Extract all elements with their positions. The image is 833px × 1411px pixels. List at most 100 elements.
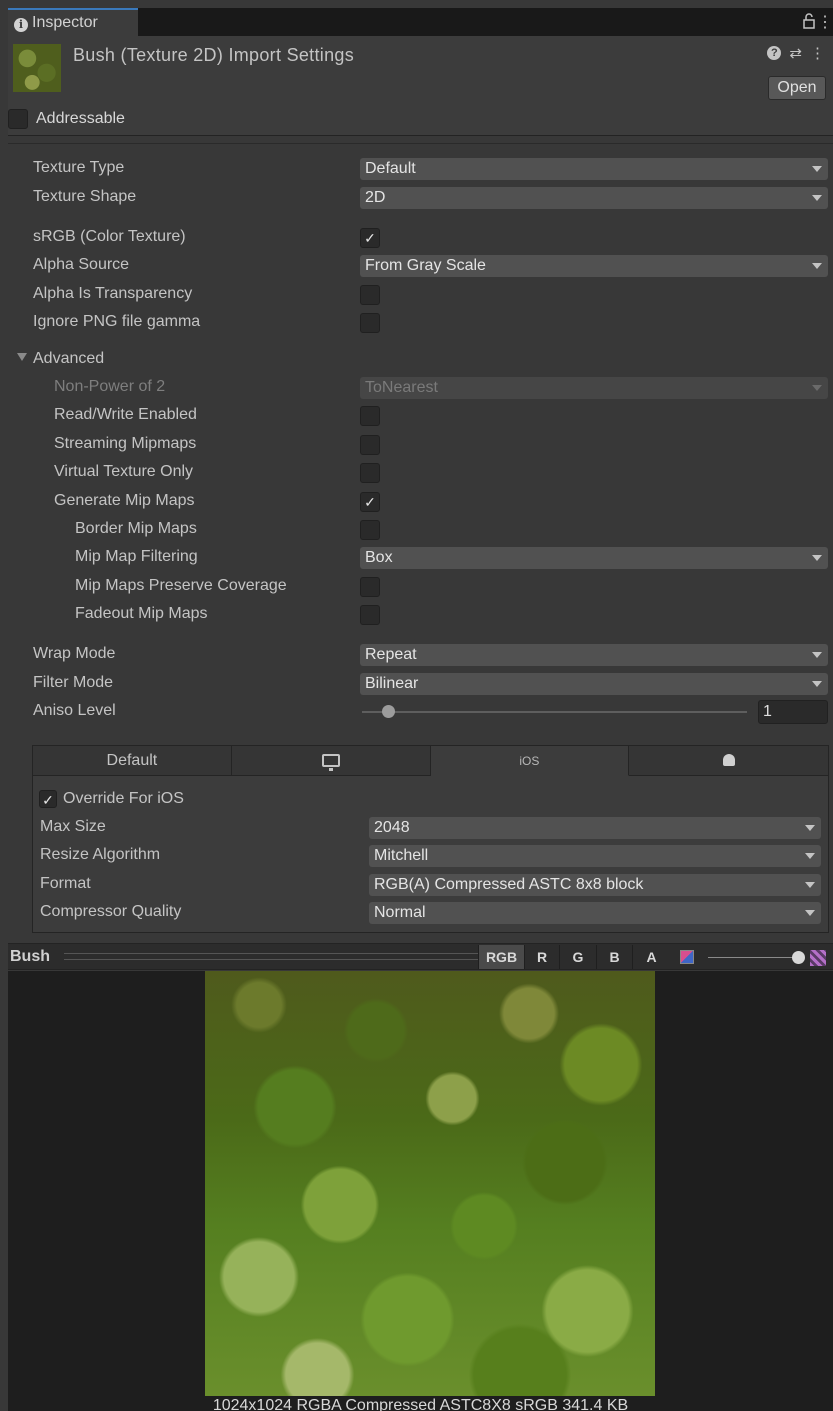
aniso-slider-thumb[interactable] <box>382 705 395 718</box>
generate-mip-maps-label: Generate Mip Maps <box>54 492 195 509</box>
read-write-checkbox[interactable] <box>360 406 380 426</box>
non-power-of-2-row: Non-Power of 2 ToNearest <box>0 375 833 401</box>
open-button[interactable]: Open <box>768 76 826 100</box>
texture-info: 1024x1024 RGBA Compressed ASTC8X8 sRGB 3… <box>212 1397 629 1411</box>
monitor-icon <box>321 754 340 771</box>
tab-default[interactable]: Default <box>33 746 232 776</box>
lock-icon[interactable] <box>803 13 815 29</box>
addressable-label: Addressable <box>36 110 125 127</box>
non-power-of-2-value: ToNearest <box>365 379 438 396</box>
mip-maps-preserve-coverage-checkbox[interactable] <box>360 577 380 597</box>
alpha-is-transparency-label: Alpha Is Transparency <box>33 285 193 302</box>
max-size-row: Max Size 2048 <box>33 815 828 841</box>
aniso-level-field[interactable]: 1 <box>758 700 828 724</box>
mip-map-filtering-value: Box <box>365 549 393 566</box>
override-label: Override For iOS <box>63 790 184 807</box>
channel-rgb-button[interactable]: RGB <box>478 945 524 969</box>
format-dropdown[interactable]: RGB(A) Compressed ASTC 8x8 block <box>369 874 821 896</box>
mip-map-filtering-dropdown[interactable]: Box <box>360 547 828 569</box>
generate-mip-maps-checkbox[interactable]: ✓ <box>360 492 380 512</box>
platform-tabs: Default iOS <box>33 746 828 776</box>
more-icon[interactable]: ⋮ <box>810 44 825 62</box>
streaming-mipmaps-row: Streaming Mipmaps <box>0 432 833 458</box>
max-size-label: Max Size <box>40 818 106 835</box>
read-write-row: Read/Write Enabled <box>0 403 833 429</box>
filter-mode-label: Filter Mode <box>33 674 114 691</box>
preview-drag-handle[interactable] <box>64 953 482 960</box>
tab-inspector[interactable]: i Inspector <box>8 8 138 36</box>
resize-algorithm-dropdown[interactable]: Mitchell <box>369 845 821 867</box>
chevron-down-icon <box>812 385 822 391</box>
virtual-texture-only-checkbox[interactable] <box>360 463 380 483</box>
mip-map-filtering-label: Mip Map Filtering <box>75 548 198 565</box>
srgb-checkbox[interactable]: ✓ <box>360 228 380 248</box>
chevron-down-icon <box>805 853 815 859</box>
filter-mode-row: Filter Mode Bilinear <box>0 671 833 697</box>
compressor-quality-value: Normal <box>374 904 426 921</box>
format-label: Format <box>40 875 91 892</box>
non-power-of-2-label: Non-Power of 2 <box>54 378 166 395</box>
texture-preview: 1024x1024 RGBA Compressed ASTC8X8 sRGB 3… <box>8 971 833 1411</box>
filter-mode-dropdown[interactable]: Bilinear <box>360 673 828 695</box>
chevron-down-icon <box>812 195 822 201</box>
tab-more-icon[interactable]: ⋮ <box>817 12 833 32</box>
texture-thumbnail <box>13 44 61 92</box>
generate-mip-maps-row: Generate Mip Maps ✓ <box>0 489 833 515</box>
format-row: Format RGB(A) Compressed ASTC 8x8 block <box>33 872 828 898</box>
mip-map-filtering-row: Mip Map Filtering Box <box>0 545 833 571</box>
ignore-png-gamma-label: Ignore PNG file gamma <box>33 313 201 330</box>
border-mip-maps-checkbox[interactable] <box>360 520 380 540</box>
chevron-down-icon <box>812 263 822 269</box>
advanced-label: Advanced <box>33 350 105 367</box>
help-icon[interactable]: ? <box>767 46 782 60</box>
preview-name: Bush <box>10 948 50 965</box>
mip-level-slider-track[interactable] <box>708 957 798 958</box>
channel-g-button[interactable]: G <box>559 945 596 969</box>
fadeout-mip-maps-row: Fadeout Mip Maps <box>0 602 833 628</box>
tab-ios[interactable]: iOS <box>430 746 630 776</box>
android-icon <box>722 754 735 766</box>
channel-b-button[interactable]: B <box>596 945 632 969</box>
wrap-mode-dropdown[interactable]: Repeat <box>360 644 828 666</box>
mip-maps-preserve-coverage-row: Mip Maps Preserve Coverage <box>0 574 833 600</box>
compressor-quality-dropdown[interactable]: Normal <box>369 902 821 924</box>
tab-inspector-label: Inspector <box>32 14 98 31</box>
addressable-toggle[interactable]: Addressable <box>8 108 125 130</box>
override-checkbox[interactable]: ✓ <box>39 790 57 808</box>
fadeout-mip-maps-checkbox[interactable] <box>360 605 380 625</box>
info-icon: i <box>14 18 28 32</box>
streaming-mipmaps-checkbox[interactable] <box>360 435 380 455</box>
mip-level-slider-thumb[interactable] <box>792 951 805 964</box>
channel-r-button[interactable]: R <box>524 945 559 969</box>
page-title: Bush (Texture 2D) Import Settings <box>73 45 355 65</box>
alpha-is-transparency-checkbox[interactable] <box>360 285 380 305</box>
resize-algorithm-value: Mitchell <box>374 847 429 864</box>
texture-shape-value: 2D <box>365 189 386 206</box>
resize-algorithm-row: Resize Algorithm Mitchell <box>33 843 828 869</box>
alpha-source-dropdown[interactable]: From Gray Scale <box>360 255 828 277</box>
inspector-tab-bar: i Inspector ⋮ <box>8 8 833 36</box>
texture-type-value: Default <box>365 160 416 177</box>
header-icons: ? ⇄ ⋮ <box>767 44 825 62</box>
channel-a-button[interactable]: A <box>632 945 670 969</box>
presets-icon[interactable]: ⇄ <box>789 44 802 62</box>
streaming-mipmaps-label: Streaming Mipmaps <box>54 435 197 452</box>
non-power-of-2-dropdown: ToNearest <box>360 377 828 399</box>
advanced-foldout[interactable]: Advanced <box>0 347 833 373</box>
chevron-down-icon <box>805 910 815 916</box>
alpha-blend-icon[interactable] <box>680 950 694 964</box>
texture-shape-label: Texture Shape <box>33 188 137 205</box>
tab-android[interactable] <box>629 746 828 776</box>
aniso-slider-track[interactable] <box>362 711 747 713</box>
addressable-checkbox[interactable] <box>8 109 28 129</box>
tab-standalone[interactable] <box>231 746 431 776</box>
ignore-png-gamma-checkbox[interactable] <box>360 313 380 333</box>
texture-shape-row: Texture Shape 2D <box>0 185 833 211</box>
chevron-down-icon <box>812 555 822 561</box>
override-row: ✓ Override For iOS <box>33 787 828 813</box>
format-value: RGB(A) Compressed ASTC 8x8 block <box>374 876 644 893</box>
border-mip-maps-label: Border Mip Maps <box>75 520 197 537</box>
texture-type-dropdown[interactable]: Default <box>360 158 828 180</box>
texture-shape-dropdown[interactable]: 2D <box>360 187 828 209</box>
max-size-dropdown[interactable]: 2048 <box>369 817 821 839</box>
